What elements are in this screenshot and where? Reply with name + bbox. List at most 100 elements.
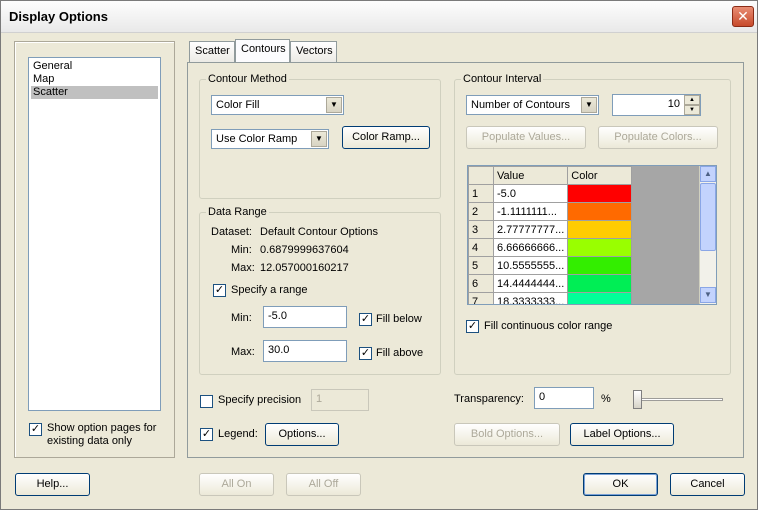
table-row[interactable]: 1 -5.0	[468, 184, 633, 203]
contour-grid[interactable]: Value Color 1 -5.0 2 -1.1111111... 3 2.7…	[467, 165, 717, 305]
chevron-down-icon[interactable]: ▼	[684, 105, 700, 115]
row-index: 4	[468, 238, 494, 257]
list-item-selected[interactable]: Scatter	[31, 86, 158, 99]
interval-type-value: Number of Contours	[471, 99, 571, 111]
contour-table: Value Color 1 -5.0 2 -1.1111111... 3 2.7…	[468, 166, 633, 304]
header-color: Color	[567, 166, 633, 185]
fill-below-checkbox[interactable]: ✓	[359, 313, 372, 326]
list-item[interactable]: Map	[31, 73, 158, 86]
show-existing-label: Show option pages for existing data only	[47, 422, 157, 447]
range-max-input[interactable]: 30.0	[263, 340, 347, 362]
grid-scrollbar[interactable]: ▲ ▼	[699, 166, 716, 304]
page-list[interactable]: General Map Scatter	[28, 57, 161, 411]
table-row[interactable]: 2 -1.1111111...	[468, 202, 633, 221]
table-row[interactable]: 5 10.5555555...	[468, 256, 633, 275]
contour-method-value: Color Fill	[216, 99, 260, 111]
chevron-down-icon: ▼	[326, 97, 342, 113]
row-index: 5	[468, 256, 494, 275]
row-value[interactable]: 18.3333333...	[492, 292, 569, 304]
bold-options-button[interactable]: Bold Options...	[454, 423, 560, 446]
min-value: 0.6879999637604	[260, 244, 349, 256]
populate-colors-button[interactable]: Populate Colors...	[598, 126, 718, 149]
tab-scatter[interactable]: Scatter	[189, 41, 235, 62]
tab-contours[interactable]: Contours	[235, 39, 290, 62]
fill-above-label: Fill above	[376, 347, 424, 359]
ok-button[interactable]: OK	[583, 473, 658, 496]
transparency-input[interactable]: 0	[534, 387, 594, 409]
transparency-slider-thumb[interactable]	[633, 390, 642, 409]
row-value[interactable]: 2.77777777...	[492, 220, 569, 239]
chevron-down-icon[interactable]: ▼	[700, 287, 716, 303]
row-value[interactable]: -5.0	[492, 184, 569, 203]
show-existing-checkbox[interactable]: ✓	[29, 423, 42, 436]
check-icon: ✓	[467, 320, 478, 332]
range-max-label: Max:	[231, 346, 255, 358]
tab-vectors[interactable]: Vectors	[290, 41, 337, 62]
transparency-unit: %	[601, 393, 611, 405]
title-bar: Display Options ✕	[1, 1, 757, 33]
dataset-value: Default Contour Options	[260, 226, 379, 238]
row-index: 1	[468, 184, 494, 203]
row-value[interactable]: -1.1111111...	[492, 202, 569, 221]
populate-values-button[interactable]: Populate Values...	[466, 126, 586, 149]
all-on-button[interactable]: All On	[199, 473, 274, 496]
table-row[interactable]: 6 14.4444444...	[468, 274, 633, 293]
legend-checkbox[interactable]: ✓	[200, 428, 213, 441]
table-row[interactable]: 4 6.66666666...	[468, 238, 633, 257]
all-off-button[interactable]: All Off	[286, 473, 361, 496]
chevron-up-icon[interactable]: ▲	[700, 166, 716, 182]
page-list-items: General Map Scatter	[29, 58, 160, 101]
specify-range-checkbox[interactable]: ✓	[213, 284, 226, 297]
label-options-button[interactable]: Label Options...	[570, 423, 674, 446]
row-color-swatch[interactable]	[567, 238, 633, 257]
check-icon: ✓	[201, 428, 212, 440]
window-title: Display Options	[9, 9, 108, 24]
row-color-swatch[interactable]	[567, 256, 633, 275]
min-label: Min:	[231, 244, 252, 256]
fill-continuous-label: Fill continuous color range	[484, 320, 613, 332]
row-color-swatch[interactable]	[567, 274, 633, 293]
header-index	[468, 166, 494, 185]
check-icon: ✓	[30, 423, 41, 435]
close-button[interactable]: ✕	[732, 6, 754, 27]
contour-method-label: Contour Method	[206, 73, 289, 85]
row-color-swatch[interactable]	[567, 184, 633, 203]
row-index: 6	[468, 274, 494, 293]
row-index: 2	[468, 202, 494, 221]
range-min-input[interactable]: -5.0	[263, 306, 347, 328]
list-item[interactable]: General	[31, 60, 158, 73]
color-ramp-button[interactable]: Color Ramp...	[342, 126, 430, 149]
cancel-button[interactable]: Cancel	[670, 473, 745, 496]
row-value[interactable]: 14.4444444...	[492, 274, 569, 293]
check-icon: ✓	[360, 313, 371, 325]
data-range-label: Data Range	[206, 206, 269, 218]
interval-type-select[interactable]: Number of Contours ▼	[466, 95, 599, 115]
chevron-up-icon[interactable]: ▲	[684, 95, 700, 105]
transparency-slider-track[interactable]	[637, 398, 723, 401]
fill-below-label: Fill below	[376, 313, 422, 325]
ramp-mode-select[interactable]: Use Color Ramp ▼	[211, 129, 329, 149]
specify-precision-checkbox[interactable]	[200, 395, 213, 408]
max-label: Max:	[231, 262, 255, 274]
ramp-mode-value: Use Color Ramp	[216, 133, 298, 145]
contour-interval-label: Contour Interval	[461, 73, 544, 85]
max-value: 12.057000160217	[260, 262, 349, 274]
row-value[interactable]: 6.66666666...	[492, 238, 569, 257]
row-value[interactable]: 10.5555555...	[492, 256, 569, 275]
row-color-swatch[interactable]	[567, 202, 633, 221]
contour-method-select[interactable]: Color Fill ▼	[211, 95, 344, 115]
check-icon: ✓	[214, 284, 225, 296]
table-row[interactable]: 3 2.77777777...	[468, 220, 633, 239]
scroll-thumb[interactable]	[700, 183, 716, 251]
table-row[interactable]: 7 18.3333333...	[468, 292, 633, 304]
header-value: Value	[492, 166, 569, 185]
row-color-swatch[interactable]	[567, 292, 633, 304]
fill-above-checkbox[interactable]: ✓	[359, 347, 372, 360]
fill-continuous-checkbox[interactable]: ✓	[466, 320, 479, 333]
legend-label: Legend:	[218, 428, 258, 440]
precision-input[interactable]: 1	[311, 389, 369, 411]
help-button[interactable]: Help...	[15, 473, 90, 496]
legend-options-button[interactable]: Options...	[265, 423, 339, 446]
chevron-down-icon: ▼	[311, 131, 327, 147]
row-color-swatch[interactable]	[567, 220, 633, 239]
